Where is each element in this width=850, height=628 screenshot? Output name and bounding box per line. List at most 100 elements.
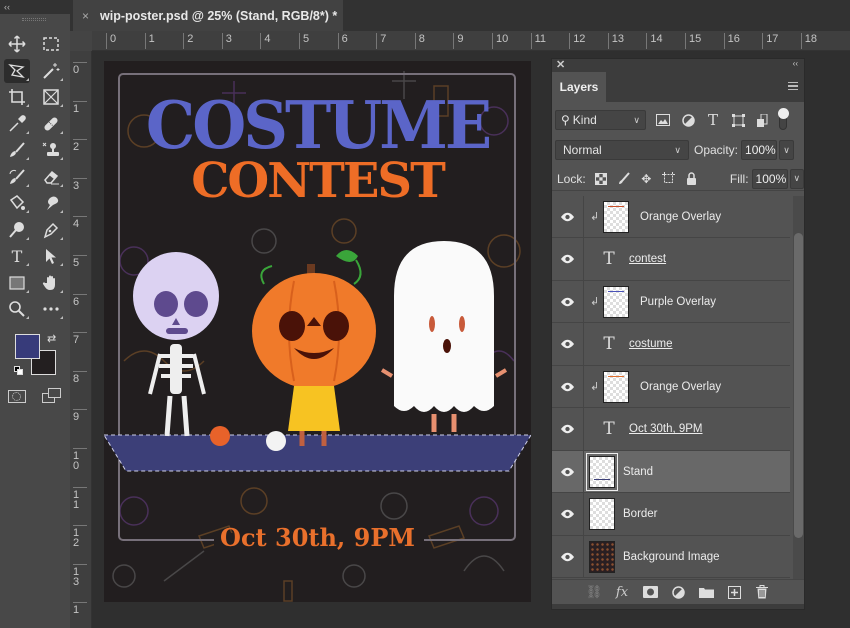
frame-tool[interactable] xyxy=(38,85,64,109)
opacity-input[interactable]: 100% xyxy=(741,140,778,160)
costume-characters-illustration xyxy=(133,241,508,451)
layer-thumbnail[interactable] xyxy=(589,540,615,573)
fill-input[interactable]: 100% xyxy=(751,168,788,189)
history-brush-tool[interactable] xyxy=(4,165,30,189)
quick-mask-icon[interactable] xyxy=(8,390,26,403)
filter-type-layers-icon[interactable]: T xyxy=(705,111,721,129)
vertical-ruler[interactable]: 0123456789101112131 xyxy=(70,51,92,628)
layer-row[interactable]: Tcontest xyxy=(552,238,790,281)
link-layers-icon[interactable]: ⛓ xyxy=(586,584,603,600)
path-selection-tool[interactable] xyxy=(38,244,64,268)
visibility-eye-icon[interactable] xyxy=(552,450,584,493)
visibility-eye-icon[interactable] xyxy=(552,196,584,238)
smudge-tool[interactable] xyxy=(38,191,64,215)
blend-mode-select[interactable]: Normal ∨ xyxy=(555,140,689,160)
layers-scroll-thumb[interactable] xyxy=(794,233,803,538)
hand-tool[interactable] xyxy=(38,271,64,295)
tab-layers[interactable]: Layers xyxy=(552,72,606,102)
layer-name[interactable]: Stand xyxy=(623,466,653,478)
layer-row[interactable]: ↲ Orange Overlay xyxy=(552,196,790,238)
rectangle-tool[interactable] xyxy=(4,271,30,295)
layer-name[interactable]: costume xyxy=(629,338,672,350)
layer-name[interactable]: Orange Overlay xyxy=(640,211,721,223)
lock-all-icon[interactable] xyxy=(684,172,697,186)
poster-canvas[interactable]: COSTUME CONTEST Oct 30th, 9PM xyxy=(104,61,531,602)
layer-name[interactable]: Orange Overlay xyxy=(640,381,721,393)
clone-stamp-tool[interactable] xyxy=(38,138,64,162)
layer-thumbnail[interactable] xyxy=(586,452,618,491)
dodge-tool[interactable] xyxy=(4,218,30,242)
polygonal-lasso-tool[interactable] xyxy=(4,58,30,83)
ruler-origin[interactable] xyxy=(70,31,92,51)
layer-row[interactable]: Stand xyxy=(552,450,790,493)
swap-colors-icon[interactable]: ⇄ xyxy=(47,332,56,345)
layer-row[interactable]: Border xyxy=(552,493,790,536)
layer-name[interactable]: Border xyxy=(623,508,658,520)
pen-tool[interactable] xyxy=(38,218,64,242)
panel-menu-icon[interactable] xyxy=(788,82,798,90)
visibility-eye-icon[interactable] xyxy=(552,280,584,323)
add-mask-icon[interactable] xyxy=(642,584,658,600)
layer-thumbnail[interactable] xyxy=(603,285,629,318)
layer-thumbnail[interactable] xyxy=(603,370,629,403)
layer-name[interactable]: Purple Overlay xyxy=(640,296,716,308)
panel-resize-grip[interactable] xyxy=(552,604,804,609)
magic-wand-tool[interactable] xyxy=(38,59,64,83)
new-group-folder-icon[interactable] xyxy=(698,584,714,600)
layer-row[interactable]: Tcostume xyxy=(552,323,790,366)
layer-name[interactable]: Oct 30th, 9PM xyxy=(629,423,703,435)
layer-thumbnail[interactable] xyxy=(589,498,615,530)
move-tool[interactable] xyxy=(4,32,30,56)
default-colors-icon[interactable] xyxy=(14,366,24,376)
collapse-panel-icon[interactable]: ‹‹ xyxy=(793,59,798,68)
new-layer-icon[interactable] xyxy=(726,584,742,600)
visibility-eye-icon[interactable] xyxy=(552,238,584,280)
layer-row[interactable]: ↲ Purple Overlay xyxy=(552,280,790,323)
visibility-eye-icon[interactable] xyxy=(552,535,584,578)
visibility-eye-icon[interactable] xyxy=(552,493,584,535)
layer-style-fx-icon[interactable]: fx xyxy=(614,584,630,600)
screen-mode-icon[interactable] xyxy=(42,388,62,404)
opacity-dropdown-icon[interactable]: ∨ xyxy=(779,140,795,160)
layer-name[interactable]: Background Image xyxy=(623,551,720,563)
toolbar-grip[interactable] xyxy=(22,18,46,21)
paint-bucket-tool[interactable] xyxy=(4,191,30,215)
fill-dropdown-icon[interactable]: ∨ xyxy=(789,168,805,189)
foreground-color-swatch[interactable] xyxy=(15,334,40,359)
horizontal-ruler[interactable]: 0 1 2 3 4 5 6 7 8 9 10 11 12 13 14 15 16 17 18 xyxy=(70,31,850,51)
layer-row[interactable]: ↲ Orange Overlay xyxy=(552,365,790,408)
lock-artboard-icon[interactable] xyxy=(662,172,676,186)
adjustment-layer-icon[interactable] xyxy=(670,584,686,600)
filter-pixel-layers-icon[interactable] xyxy=(655,112,671,128)
document-tab[interactable]: × wip-poster.psd @ 25% (Stand, RGB/8*) * xyxy=(73,0,343,31)
eraser-tool[interactable] xyxy=(38,165,64,189)
close-tab-icon[interactable]: × xyxy=(82,9,89,23)
healing-brush-tool[interactable] xyxy=(38,112,64,136)
crop-tool[interactable] xyxy=(4,85,30,109)
type-tool[interactable]: T xyxy=(4,244,30,268)
filter-adjustment-layers-icon[interactable] xyxy=(680,112,696,128)
lock-image-pixels-icon[interactable] xyxy=(617,172,630,186)
visibility-eye-icon[interactable] xyxy=(552,323,584,365)
filter-toggle-switch[interactable] xyxy=(778,108,789,130)
filter-kind-select[interactable]: ⚲ Kind ∨ xyxy=(555,110,646,130)
lock-position-icon[interactable]: ✥ xyxy=(640,172,653,186)
layer-name[interactable]: contest xyxy=(629,253,666,265)
filter-smart-objects-icon[interactable] xyxy=(755,112,771,128)
layer-thumbnail[interactable] xyxy=(603,200,629,233)
rectangular-marquee-tool[interactable] xyxy=(38,32,64,56)
eyedropper-tool[interactable] xyxy=(4,112,30,136)
brush-tool[interactable] xyxy=(4,138,30,162)
visibility-eye-icon[interactable] xyxy=(552,408,584,450)
collapse-toolbar-icon[interactable]: ‹‹ xyxy=(4,2,10,12)
filter-shape-layers-icon[interactable] xyxy=(730,112,746,128)
lock-transparent-pixels-icon[interactable] xyxy=(595,172,608,186)
visibility-eye-icon[interactable] xyxy=(552,365,584,408)
delete-layer-trash-icon[interactable] xyxy=(754,584,770,600)
layer-row[interactable]: T Oct 30th, 9PM xyxy=(552,408,790,451)
layers-scrollbar[interactable] xyxy=(793,196,804,589)
edit-toolbar[interactable] xyxy=(38,297,64,321)
layer-row[interactable]: Background Image xyxy=(552,535,790,578)
close-panel-icon[interactable]: ✕ xyxy=(556,58,565,71)
zoom-tool[interactable] xyxy=(4,297,30,321)
